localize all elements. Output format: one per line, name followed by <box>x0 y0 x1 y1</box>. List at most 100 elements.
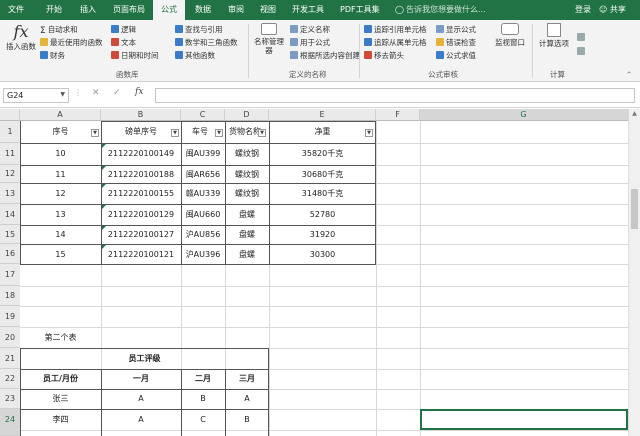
tab-insert[interactable]: 插入 <box>80 0 96 20</box>
tab-formulas[interactable]: 公式 <box>153 0 185 20</box>
cell-seq[interactable]: 11 <box>20 165 101 184</box>
cell-employee[interactable]: 张三 <box>20 389 101 409</box>
row-header[interactable]: 19 <box>0 306 20 327</box>
cell-weight[interactable]: 52780 <box>269 204 376 225</box>
share-button[interactable]: ☺ 共享 <box>599 0 626 20</box>
vertical-scrollbar[interactable]: ▲ <box>628 109 640 436</box>
login-link[interactable]: 登录 <box>575 0 591 20</box>
cancel-icon[interactable]: ✕ <box>92 88 100 98</box>
cell-plate[interactable]: 闽AU399 <box>181 143 225 165</box>
cell-plate[interactable]: 赣AU339 <box>181 183 225 204</box>
autosum-button[interactable]: Σ 自动求和 <box>40 24 78 36</box>
row-header[interactable]: 1 <box>0 121 20 143</box>
cell-weight[interactable]: 30680千克 <box>269 165 376 184</box>
name-manager-button[interactable]: 名称管理器 <box>253 23 285 55</box>
cell-goods[interactable]: 盘螺 <box>225 204 269 225</box>
row-header[interactable]: 11 <box>0 143 20 165</box>
tell-me-search[interactable]: 告诉我您想要做什么... <box>406 0 486 20</box>
evaluate-formula-button[interactable]: 公式求值 <box>436 50 476 61</box>
cell-goods[interactable]: 盘螺 <box>225 245 269 265</box>
row-header[interactable]: 12 <box>0 165 20 183</box>
define-name-button[interactable]: 定义名称 <box>290 24 330 35</box>
logical-button[interactable]: 逻辑 <box>111 24 136 35</box>
tab-developer[interactable]: 开发工具 <box>292 0 324 20</box>
row-header[interactable]: 16 <box>0 244 20 264</box>
row-header[interactable]: 15 <box>0 225 20 244</box>
cell-goods[interactable]: 螺纹钢 <box>225 165 269 184</box>
filter-dropdown-icon[interactable]: ▼ <box>365 129 373 137</box>
insert-function-button[interactable]: fx 插入函数 <box>6 23 36 52</box>
watch-window-button[interactable]: 监视窗口 <box>492 23 528 48</box>
calc-now-button[interactable] <box>577 32 587 43</box>
cell-employee[interactable]: 李四 <box>20 409 101 430</box>
math-button[interactable]: 数学和三角函数 <box>175 37 238 48</box>
cell-weigh-no[interactable]: 2112220100149 <box>101 143 181 165</box>
header-cell[interactable]: 磅单序号 <box>101 121 181 143</box>
cell-goods[interactable]: 螺纹钢 <box>225 143 269 165</box>
use-in-formula-button[interactable]: 用于公式 <box>290 37 330 48</box>
cell-rating[interactable]: A <box>101 409 181 430</box>
row-header[interactable]: 14 <box>0 204 20 225</box>
cell-seq[interactable]: 15 <box>20 245 101 265</box>
cell-plate[interactable]: 沪AU856 <box>181 225 225 245</box>
cell-weigh-no[interactable]: 2112220100121 <box>101 245 181 265</box>
cell-plate[interactable]: 闽AR656 <box>181 165 225 184</box>
table2-header[interactable]: 二月 <box>181 369 225 389</box>
row-header[interactable]: 21 <box>0 348 20 369</box>
calc-options-button[interactable]: 计算选项 <box>536 23 572 48</box>
cell-seq[interactable]: 12 <box>20 183 101 204</box>
cell-goods[interactable]: 盘螺 <box>225 225 269 245</box>
row-header[interactable]: 17 <box>0 264 20 286</box>
table2-title[interactable]: 员工评级 <box>20 348 269 369</box>
cell-rating[interactable]: C <box>181 409 225 430</box>
collapse-ribbon-icon[interactable]: ⌃ <box>626 69 632 80</box>
cell-plate[interactable]: 闽AU660 <box>181 204 225 225</box>
cell-rating[interactable]: B <box>181 389 225 409</box>
cell-weigh-no[interactable]: 2112220100129 <box>101 204 181 225</box>
col-header-b[interactable]: B <box>101 109 181 121</box>
cell-weight[interactable]: 31920 <box>269 225 376 245</box>
cell-weigh-no[interactable]: 2112220100188 <box>101 165 181 184</box>
filter-dropdown-icon[interactable]: ▼ <box>258 129 266 137</box>
trace-dependents-button[interactable]: 追踪从属单元格 <box>364 37 427 48</box>
col-header-d[interactable]: D <box>225 109 269 121</box>
calc-sheet-button[interactable] <box>577 46 587 57</box>
col-header-a[interactable]: A <box>20 109 101 121</box>
financial-button[interactable]: 财务 <box>40 50 65 61</box>
header-cell[interactable]: 序号 <box>20 121 101 143</box>
tab-pdf-tools[interactable]: PDF工具集 <box>340 0 380 20</box>
tab-file[interactable]: 文件 <box>8 0 24 20</box>
scroll-thumb[interactable] <box>631 189 638 229</box>
second-table-label[interactable]: 第二个表 <box>20 327 101 348</box>
cell-weigh-no[interactable]: 2112220100155 <box>101 183 181 204</box>
header-cell[interactable]: 净重 <box>269 121 376 143</box>
cell-weight[interactable]: 30300 <box>269 245 376 265</box>
lookup-button[interactable]: 查找与引用 <box>175 24 223 35</box>
table2-header[interactable]: 三月 <box>225 369 269 389</box>
dropdown-arrow-icon[interactable]: ▼ <box>60 91 65 98</box>
col-header-f[interactable]: F <box>376 109 420 121</box>
enter-check-icon[interactable]: ✓ <box>113 88 121 98</box>
tab-data[interactable]: 数据 <box>195 0 211 20</box>
tab-page-layout[interactable]: 页面布局 <box>113 0 145 20</box>
cell-seq[interactable]: 14 <box>20 225 101 245</box>
error-checking-button[interactable]: 错误检查 <box>436 37 476 48</box>
cell-weight[interactable]: 31480千克 <box>269 183 376 204</box>
cell-seq[interactable]: 13 <box>20 204 101 225</box>
create-from-selection-button[interactable]: 根据所选内容创建 <box>290 50 360 61</box>
tab-view[interactable]: 视图 <box>260 0 276 20</box>
scroll-up-icon[interactable]: ▲ <box>629 109 640 119</box>
recent-functions-button[interactable]: 最近使用的函数 <box>40 37 103 48</box>
text-button[interactable]: 文本 <box>111 37 136 48</box>
cell-goods[interactable]: 螺纹钢 <box>225 183 269 204</box>
cell-plate[interactable]: 沪AU396 <box>181 245 225 265</box>
row-header[interactable]: 23 <box>0 389 20 409</box>
table2-header[interactable]: 员工/月份 <box>20 369 101 389</box>
row-header[interactable]: 20 <box>0 327 20 348</box>
formula-input[interactable] <box>155 88 635 103</box>
filter-dropdown-icon[interactable]: ▼ <box>91 129 99 137</box>
cell-weight[interactable]: 35820千克 <box>269 143 376 165</box>
cell-seq[interactable]: 10 <box>20 143 101 165</box>
more-functions-button[interactable]: 其他函数 <box>175 50 215 61</box>
show-formulas-button[interactable]: 显示公式 <box>436 24 476 35</box>
